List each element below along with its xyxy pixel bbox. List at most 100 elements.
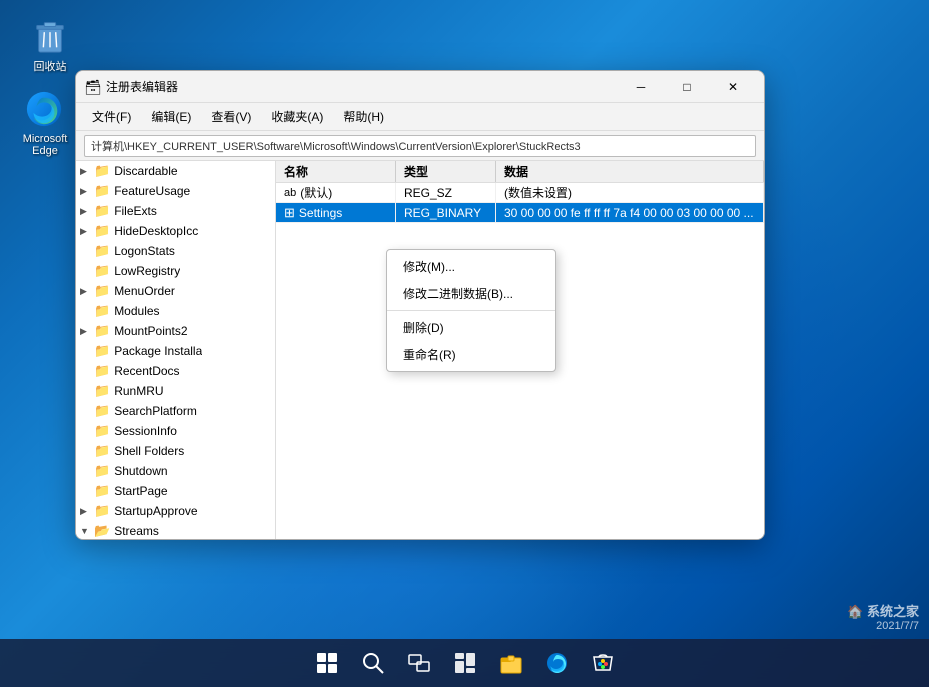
value-data-default: (数值未设置) xyxy=(496,183,764,202)
tree-label-menuorder: MenuOrder xyxy=(114,284,175,298)
folder-icon: 📁 xyxy=(94,383,110,399)
tree-label-shellfolders: Shell Folders xyxy=(114,444,184,458)
tree-item-startupapprove[interactable]: ▶ 📁 StartupApprove xyxy=(76,501,275,521)
tree-label-recentdocs: RecentDocs xyxy=(114,364,179,378)
ctx-delete[interactable]: 删除(D) xyxy=(387,314,555,341)
folder-icon: 📂 xyxy=(94,523,110,539)
expand-icon xyxy=(80,266,94,276)
tree-item-hidedesktoplcc[interactable]: ▶ 📁 HideDesktopIcc xyxy=(76,221,275,241)
tree-item-fileexts[interactable]: ▶ 📁 FileExts xyxy=(76,201,275,221)
folder-icon: 📁 xyxy=(94,303,110,319)
tree-item-menuorder[interactable]: ▶ 📁 MenuOrder xyxy=(76,281,275,301)
tree-label-sessioninfo: SessionInfo xyxy=(114,424,177,438)
tree-label-lowregistry: LowRegistry xyxy=(114,264,180,278)
folder-icon: 📁 xyxy=(94,483,110,499)
taskbar-store-button[interactable] xyxy=(581,641,625,685)
title-bar-icon: 🗃 xyxy=(84,79,100,95)
taskbar-widgets-button[interactable] xyxy=(443,641,487,685)
folder-icon: 📁 xyxy=(94,403,110,419)
taskbar-edge-button[interactable] xyxy=(535,641,579,685)
menu-help[interactable]: 帮助(H) xyxy=(335,106,392,127)
folder-icon: 📁 xyxy=(94,503,110,519)
title-bar-text: 注册表编辑器 xyxy=(106,78,618,95)
tree-item-lowregistry[interactable]: 📁 LowRegistry xyxy=(76,261,275,281)
tree-label-shutdown: Shutdown xyxy=(114,464,167,478)
tree-item-runmru[interactable]: 📁 RunMRU xyxy=(76,381,275,401)
tree-item-logonstats[interactable]: 📁 LogonStats xyxy=(76,241,275,261)
ctx-modify[interactable]: 修改(M)... xyxy=(387,253,555,280)
tree-label-hidedesktoplcc: HideDesktopIcc xyxy=(114,224,198,238)
close-button[interactable]: ✕ xyxy=(710,71,756,103)
minimize-button[interactable]: ─ xyxy=(618,71,664,103)
menu-favorites[interactable]: 收藏夹(A) xyxy=(263,106,331,127)
expand-icon xyxy=(80,246,94,256)
edge-desktop-icon[interactable]: Microsoft Edge xyxy=(10,90,80,157)
recycle-bin-icon[interactable]: 回收站 xyxy=(15,15,85,74)
address-bar: 计算机\HKEY_CURRENT_USER\Software\Microsoft… xyxy=(76,131,764,161)
menu-file[interactable]: 文件(F) xyxy=(84,106,139,127)
expand-icon: ▶ xyxy=(80,506,94,517)
taskbar xyxy=(0,639,929,687)
taskbar-taskview-button[interactable] xyxy=(397,641,441,685)
maximize-button[interactable]: □ xyxy=(664,71,710,103)
folder-icon: 📁 xyxy=(94,323,110,339)
taskbar-search-button[interactable] xyxy=(351,641,395,685)
title-bar-controls: ─ □ ✕ xyxy=(618,71,756,103)
value-name-default: ab (默认) xyxy=(276,183,396,202)
ctx-rename[interactable]: 重命名(R) xyxy=(387,341,555,368)
folder-icon: 📁 xyxy=(94,343,110,359)
taskbar-explorer-button[interactable] xyxy=(489,641,533,685)
tree-item-startpage[interactable]: 📁 StartPage xyxy=(76,481,275,501)
tree-item-packageinstall[interactable]: 📁 Package Installa xyxy=(76,341,275,361)
tree-item-recentdocs[interactable]: 📁 RecentDocs xyxy=(76,361,275,381)
ctx-divider xyxy=(387,310,555,311)
expand-icon: ▶ xyxy=(80,226,94,237)
col-header-data: 数据 xyxy=(496,161,764,182)
folder-icon: 📁 xyxy=(94,363,110,379)
expand-icon: ▼ xyxy=(80,526,94,536)
watermark: 🏠 系统之家 2021/7/7 xyxy=(847,601,919,632)
tree-label-modules: Modules xyxy=(114,304,159,318)
expand-icon xyxy=(80,386,94,396)
ab-icon: ab xyxy=(284,187,296,199)
menu-view[interactable]: 查看(V) xyxy=(203,106,259,127)
menu-edit[interactable]: 编辑(E) xyxy=(143,106,199,127)
tree-item-discardable[interactable]: ▶ 📁 Discardable xyxy=(76,161,275,181)
value-type-settings: REG_BINARY xyxy=(396,203,496,222)
folder-icon: 📁 xyxy=(94,163,110,179)
value-type-default: REG_SZ xyxy=(396,183,496,202)
folder-icon: 📁 xyxy=(94,203,110,219)
tree-item-featureusage[interactable]: ▶ 📁 FeatureUsage xyxy=(76,181,275,201)
expand-icon: ▶ xyxy=(80,166,94,177)
address-path[interactable]: 计算机\HKEY_CURRENT_USER\Software\Microsoft… xyxy=(84,135,756,157)
tree-item-streams[interactable]: ▼ 📂 Streams xyxy=(76,521,275,539)
folder-icon: 📁 xyxy=(94,263,110,279)
tree-item-mountpoints2[interactable]: ▶ 📁 MountPoints2 xyxy=(76,321,275,341)
tree-label-fileexts: FileExts xyxy=(114,204,157,218)
expand-icon: ▶ xyxy=(80,326,94,337)
taskbar-start-button[interactable] xyxy=(305,641,349,685)
col-header-type: 类型 xyxy=(396,161,496,182)
ctx-modify-binary[interactable]: 修改二进制数据(B)... xyxy=(387,280,555,307)
tree-label-searchplatform: SearchPlatform xyxy=(114,404,197,418)
tree-item-shellfolders[interactable]: 📁 Shell Folders xyxy=(76,441,275,461)
tree-item-shutdown[interactable]: 📁 Shutdown xyxy=(76,461,275,481)
recycle-bin-label: 回收站 xyxy=(34,58,67,74)
tree-label-startpage: StartPage xyxy=(114,484,167,498)
tree-item-searchplatform[interactable]: 📁 SearchPlatform xyxy=(76,401,275,421)
tree-label-startupapprove: StartupApprove xyxy=(114,504,197,518)
folder-icon: 📁 xyxy=(94,443,110,459)
value-row-default[interactable]: ab (默认) REG_SZ (数值未设置) xyxy=(276,183,764,203)
tree-item-modules[interactable]: 📁 Modules xyxy=(76,301,275,321)
expand-icon xyxy=(80,446,94,456)
watermark-line2: 2021/7/7 xyxy=(847,620,919,632)
expand-icon xyxy=(80,466,94,476)
expand-icon: ▶ xyxy=(80,286,94,297)
tree-panel[interactable]: ▶ 📁 Discardable ▶ 📁 FeatureUsage ▶ 📁 Fil… xyxy=(76,161,276,539)
expand-icon xyxy=(80,346,94,356)
expand-icon: ▶ xyxy=(80,186,94,197)
value-row-settings[interactable]: ⊞ Settings REG_BINARY 30 00 00 00 fe ff … xyxy=(276,203,764,223)
tree-item-sessioninfo[interactable]: 📁 SessionInfo xyxy=(76,421,275,441)
values-header: 名称 类型 数据 xyxy=(276,161,764,183)
value-label-default: (默认) xyxy=(300,184,332,201)
